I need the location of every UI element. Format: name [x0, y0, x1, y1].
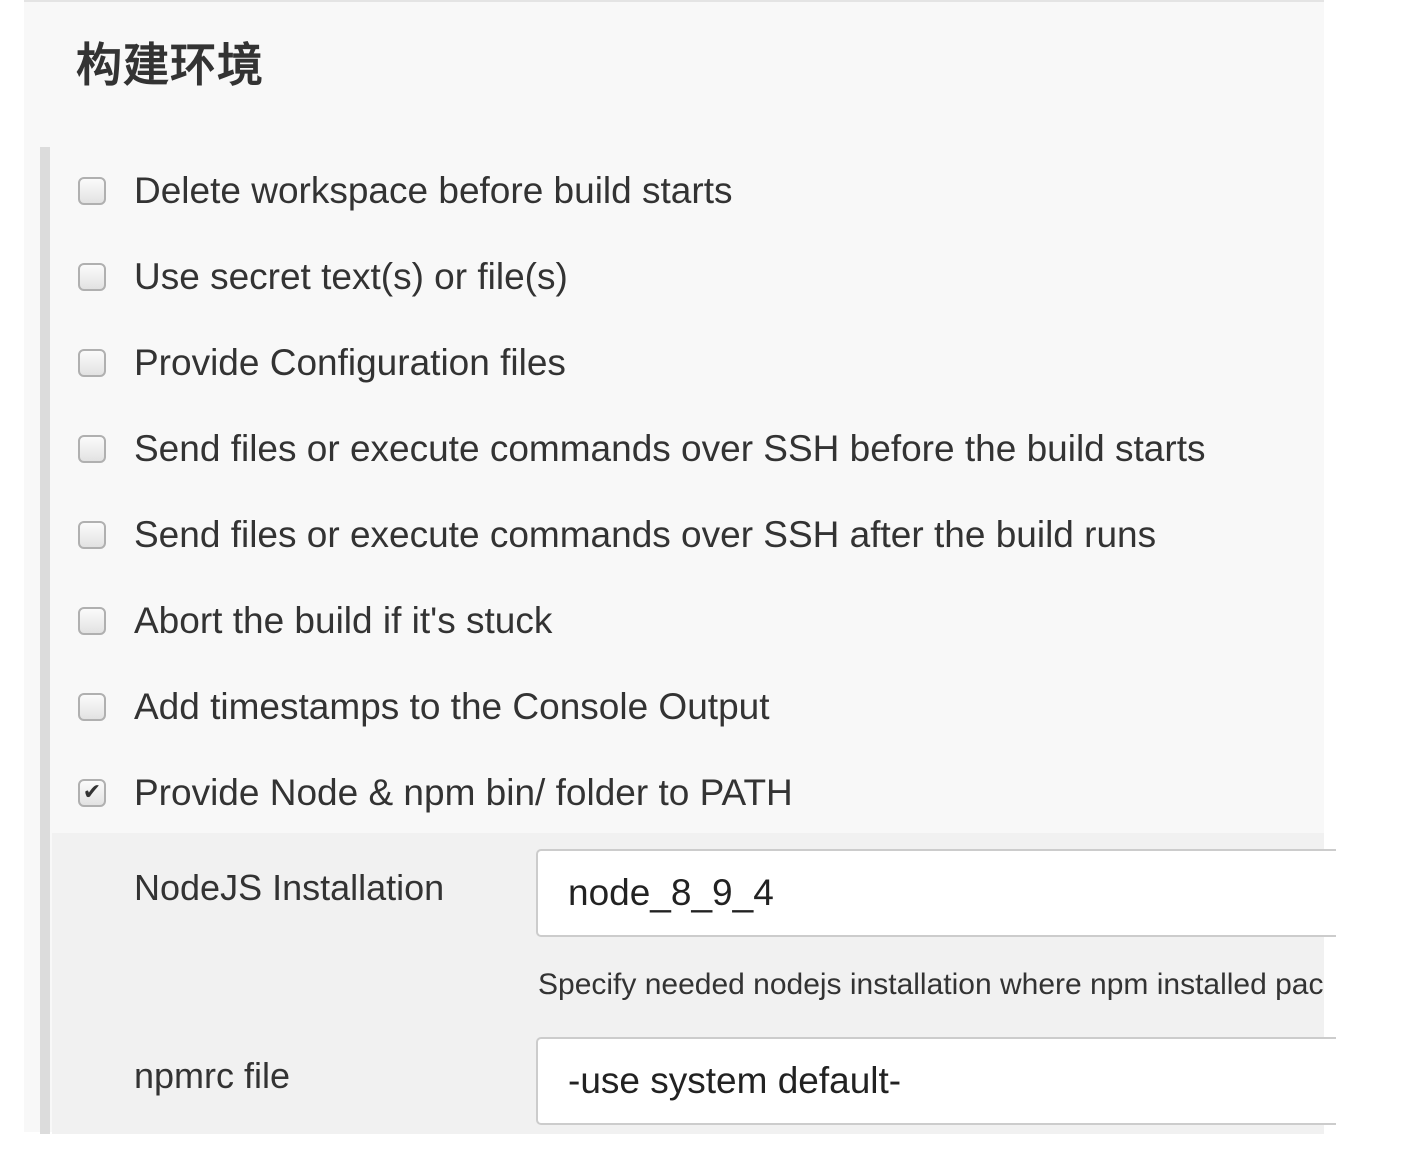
checkbox-icon[interactable] [78, 435, 106, 463]
option-label: Send files or execute commands over SSH … [134, 428, 1206, 469]
checkbox-icon[interactable] [78, 521, 106, 549]
option-label: Add timestamps to the Console Output [134, 686, 770, 727]
checkbox-icon[interactable] [78, 607, 106, 635]
section-left-rule [40, 147, 50, 1134]
checkmark-icon: ✔ [82, 780, 102, 805]
nodejs-installation-select[interactable]: node_8_9_4 [536, 849, 1336, 937]
option-label: Provide Configuration files [134, 342, 566, 383]
npmrc-file-label: npmrc file [134, 1055, 291, 1096]
npmrc-file-select[interactable]: -use system default- [536, 1037, 1336, 1125]
option-label: Use secret text(s) or file(s) [134, 256, 568, 297]
checkbox-icon[interactable] [78, 263, 106, 291]
option-label: Abort the build if it's stuck [134, 600, 553, 641]
section-title: 构建环境 [76, 38, 264, 92]
option-label: Delete workspace before build starts [134, 170, 733, 211]
checkbox-checked-icon[interactable]: ✔ [78, 779, 106, 807]
option-label: Provide Node & npm bin/ folder to PATH [134, 772, 793, 813]
build-environment-panel: 构建环境 Delete workspace before build start… [24, 0, 1336, 1134]
checkbox-icon[interactable] [78, 349, 106, 377]
checkbox-icon[interactable] [78, 693, 106, 721]
checkbox-icon[interactable] [78, 177, 106, 205]
nodejs-installation-label: NodeJS Installation [134, 867, 445, 908]
option-label: Send files or execute commands over SSH … [134, 514, 1157, 555]
nodejs-installation-help: Specify needed nodejs installation where… [538, 968, 1324, 1001]
